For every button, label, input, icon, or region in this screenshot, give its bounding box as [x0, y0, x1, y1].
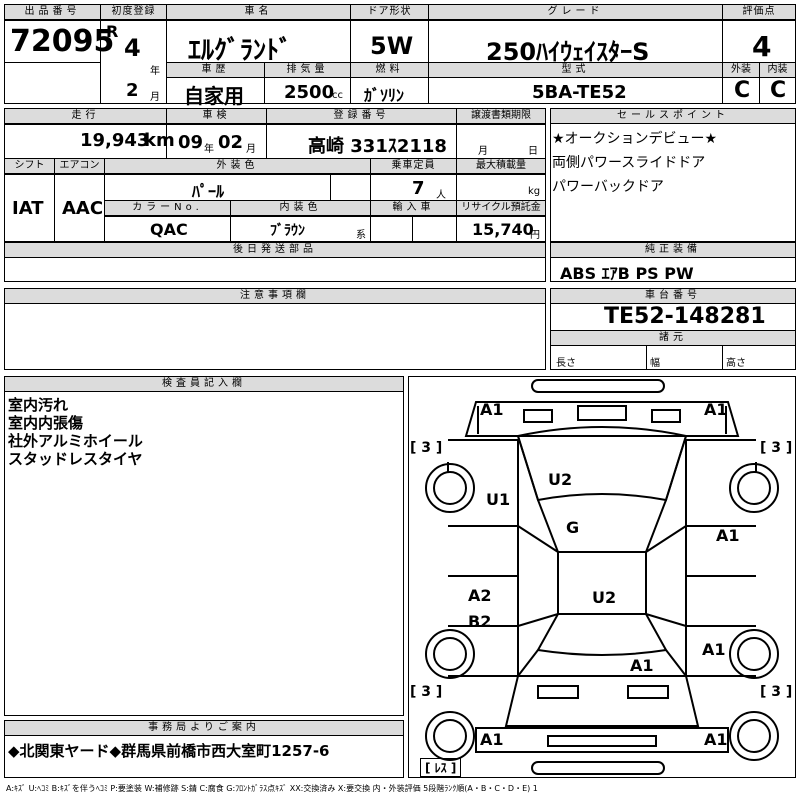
mileage-unit: km — [144, 130, 175, 151]
sales-line: 両側パワースライドドア — [552, 155, 706, 171]
ac-label: エアコン — [54, 158, 105, 174]
ac: AAC — [62, 198, 104, 219]
damage-mark: B2 — [468, 612, 492, 631]
inspector-label: 検査員記入欄 — [4, 376, 404, 392]
chassis-number: TE52-148281 — [604, 304, 766, 329]
damage-mark: A2 — [468, 586, 492, 605]
car-diagram — [425, 379, 779, 775]
color-label: 外装色 — [104, 158, 371, 174]
spec-height: 高さ — [726, 358, 746, 369]
fuel: ｶﾞｿﾘﾝ — [364, 86, 405, 105]
legend: A:ｷｽﾞ U:ﾍｺﾐ B:ｷｽﾞを伴うﾍｺﾐ P:要塗装 W:補修跡 S:錆 … — [6, 784, 538, 793]
damage-mark: U2 — [548, 470, 573, 489]
chassis-label: 車台番号 — [550, 288, 796, 304]
mileage: 19,943 — [80, 130, 150, 151]
score-label: 評価点 — [722, 4, 796, 20]
model: 5BA-TE52 — [532, 82, 627, 103]
plate: 高崎 331ｽ2118 — [308, 136, 447, 157]
recycle-label: リサイクル預託金 — [456, 200, 546, 216]
damage-mark: A1 — [630, 656, 654, 675]
history-label: 車歴 — [166, 62, 265, 78]
exterior-grade: C — [734, 78, 751, 103]
shift-label: シフト — [4, 158, 55, 174]
insp-month-unit: 月 — [246, 144, 256, 155]
equipment-value: ABS ｴｱB PS PW — [560, 264, 694, 283]
damage-mark: G — [566, 518, 580, 537]
capacity-label: 乗車定員 — [370, 158, 457, 174]
insp-month: 02 — [218, 132, 244, 153]
transfer-month: 月 — [478, 146, 488, 157]
damage-mark: A1 — [716, 526, 740, 545]
damage-mark: A1 — [704, 400, 728, 419]
specs-label: 諸元 — [550, 330, 796, 346]
int-color-unit: 系 — [356, 230, 366, 241]
tire-mark: [ 3 ] — [760, 684, 793, 700]
equipment-label: 純正装備 — [550, 242, 796, 258]
exterior-label: 外装 — [722, 62, 760, 78]
score: 4 — [752, 30, 772, 63]
damage-mark: A1 — [480, 400, 504, 419]
color-no-label: カラーNo. — [104, 200, 231, 216]
color-no: QAC — [150, 220, 188, 239]
displacement: 2500 — [284, 82, 335, 103]
interior-label: 内装 — [759, 62, 796, 78]
transfer-label: 譲渡書類期限 — [456, 108, 546, 124]
door-type: 5W — [370, 32, 414, 60]
insp-year-unit: 年 — [204, 144, 214, 155]
tire-mark: [ 3 ] — [410, 440, 443, 456]
reg-year: 4 — [124, 34, 141, 62]
shift: IAT — [12, 198, 44, 219]
damage-mark: U2 — [592, 588, 617, 607]
notes-label: 注意事項欄 — [4, 288, 546, 304]
insp-year: 09 — [178, 132, 204, 153]
car-name-label: 車名 — [166, 4, 351, 20]
transfer-day: 日 — [528, 146, 538, 157]
capacity-unit: 人 — [436, 190, 446, 201]
load-label: 最大積載量 — [456, 158, 546, 174]
grade-label: グレード — [428, 4, 723, 20]
recycle: 15,740 — [472, 220, 534, 239]
import-label: 輸入車 — [370, 200, 457, 216]
sales-line: ★オークションデビュー★ — [552, 131, 718, 147]
displacement-label: 排気量 — [264, 62, 351, 78]
tire-mark: [ 3 ] — [760, 440, 793, 456]
year-unit: 年 — [150, 66, 160, 77]
model-label: 型式 — [428, 62, 723, 78]
damage-mark: A1 — [704, 730, 728, 749]
exterior-color: ﾊﾟｰﾙ — [192, 182, 225, 201]
sales-line: パワーバックドア — [552, 179, 664, 195]
int-color-label: 内装色 — [230, 200, 371, 216]
lot-label: 出品番号 — [4, 4, 101, 20]
later-parts-label: 後日発送部品 — [4, 242, 546, 258]
spec-length: 長さ — [556, 358, 576, 369]
spec-width: 幅 — [650, 358, 660, 369]
displacement-unit: cc — [332, 90, 343, 101]
int-color: ﾌﾞﾗｳﾝ — [270, 223, 305, 239]
damage-mark: A1 — [702, 640, 726, 659]
inspector-line: スタッドレスタイヤ — [8, 450, 143, 468]
tire-mark: [ 3 ] — [410, 684, 443, 700]
load-unit: kg — [528, 186, 541, 197]
office-value: ◆北関東ヤード◆群馬県前橋市西大室町1257-6 — [8, 742, 330, 760]
plate-label: 登録番号 — [266, 108, 457, 124]
office-label: 事務局よりご案内 — [4, 720, 404, 736]
inspection-label: 車検 — [166, 108, 267, 124]
recycle-unit: 円 — [530, 230, 540, 241]
reg-month: 2 — [126, 80, 139, 101]
lot-number: 72095 — [10, 24, 115, 59]
mileage-label: 走行 — [4, 108, 167, 124]
damage-mark: U1 — [486, 490, 511, 509]
door-label: ドア形状 — [350, 4, 429, 20]
damage-mark: A1 — [480, 730, 504, 749]
capacity: 7 — [412, 178, 425, 199]
sales-label: セールスポイント — [550, 108, 796, 124]
interior-grade: C — [770, 78, 787, 103]
history: 自家用 — [184, 84, 244, 108]
fuel-label: 燃料 — [350, 62, 429, 78]
era: R — [106, 22, 119, 41]
first-reg-label: 初度登録 — [100, 4, 167, 20]
spare-tire-mark: [ ﾚｽ ] — [420, 758, 462, 777]
month-unit: 月 — [150, 92, 160, 103]
